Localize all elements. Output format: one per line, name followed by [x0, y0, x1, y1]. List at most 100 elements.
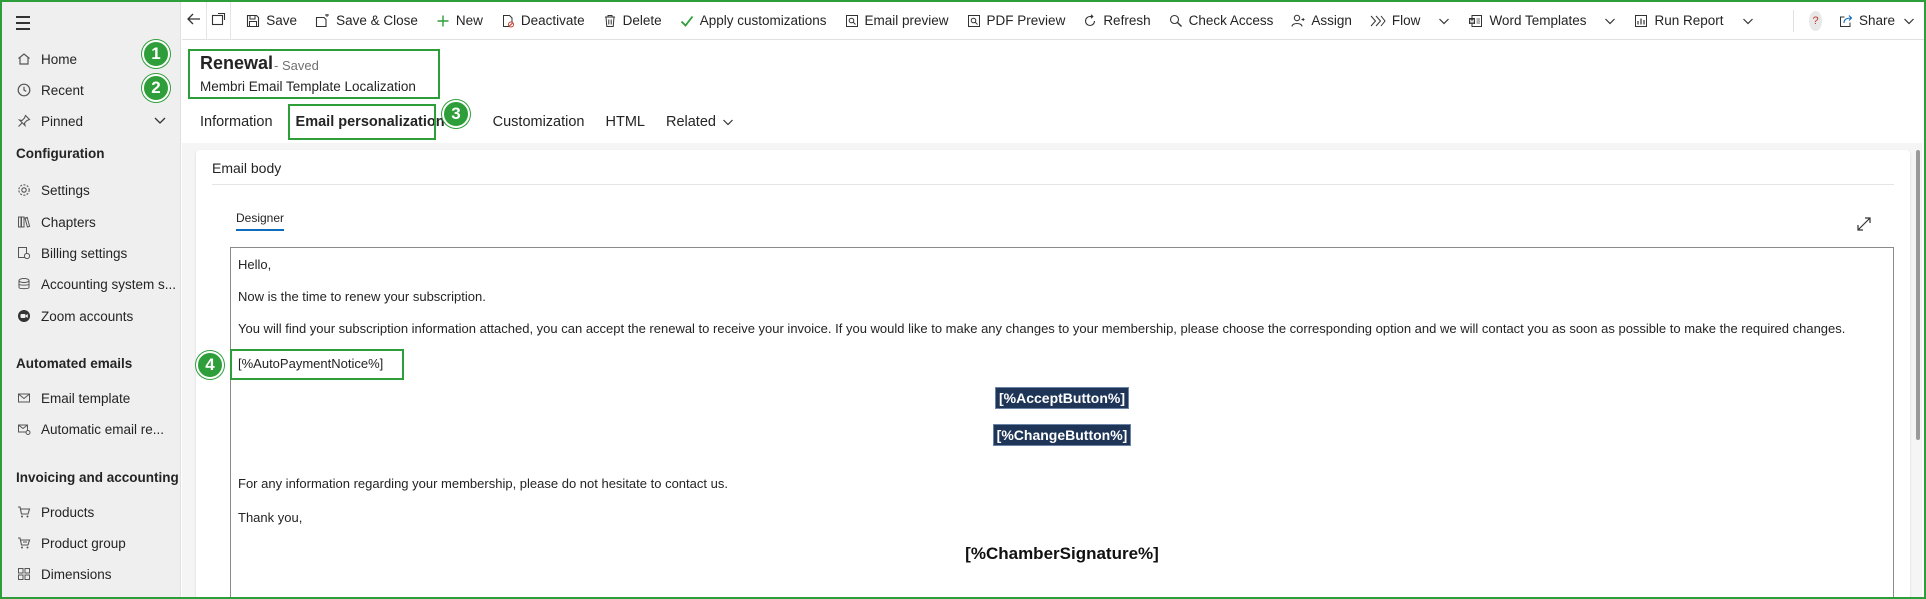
back-button[interactable]	[182, 1, 207, 40]
signature-row: [%ChamberSignature%]	[230, 544, 1894, 564]
tab-highlight-box	[288, 104, 436, 140]
sidebar-item-label: Product group	[41, 535, 126, 551]
hamburger-menu-icon[interactable]	[14, 14, 36, 32]
sidebar-item-products[interactable]: Products	[2, 498, 181, 526]
sidebar-item-pinned[interactable]: Pinned	[2, 107, 181, 135]
new-button[interactable]: New	[427, 2, 492, 40]
checkmark-icon	[680, 14, 694, 28]
chevron-down-icon	[1903, 16, 1915, 26]
save-and-close-button[interactable]: Save & Close	[306, 2, 427, 40]
email-preview-button[interactable]: Email preview	[836, 2, 958, 40]
tab-customization[interactable]: Customization	[493, 114, 585, 130]
sidebar-item-label: Recent	[41, 82, 84, 98]
email-greeting: Hello,	[238, 257, 272, 272]
chevron-down-icon	[1604, 16, 1616, 26]
sidebar-item-label: Accounting system s...	[41, 276, 177, 292]
help-button[interactable]: ?	[1809, 10, 1822, 31]
pdf-preview-button[interactable]: PDF Preview	[958, 2, 1075, 40]
sidebar-item-billing-settings[interactable]: Billing settings	[2, 239, 181, 267]
apply-customizations-button[interactable]: Apply customizations	[671, 2, 836, 40]
back-arrow-icon	[186, 12, 202, 29]
share-button[interactable]: Share	[1830, 2, 1924, 40]
sidebar-item-label: Automatic email re...	[41, 421, 165, 437]
accept-button-row: [%AcceptButton%]	[230, 387, 1894, 409]
open-in-new-window-button[interactable]	[207, 1, 232, 40]
sidebar-item-label: Pinned	[41, 113, 84, 129]
pin-icon	[16, 113, 32, 129]
callout-badge-1: 1	[142, 40, 170, 68]
email-thanks: Thank you,	[238, 510, 303, 525]
tab-html[interactable]: HTML	[606, 114, 645, 130]
chevron-down-icon[interactable]	[153, 113, 167, 130]
report-icon	[1634, 14, 1648, 28]
accept-button-placeholder: [%AcceptButton%]	[995, 387, 1129, 409]
chevron-down-icon	[722, 117, 734, 127]
home-icon	[16, 51, 32, 67]
deactivate-button[interactable]: Deactivate	[492, 2, 594, 40]
vertical-scrollbar[interactable]	[1914, 150, 1922, 440]
form-tabs: Information Email personalization Custom…	[200, 108, 755, 136]
sidebar-item-zoom-accounts[interactable]: Zoom accounts	[2, 302, 181, 330]
callout-badge-2: 2	[142, 74, 170, 102]
placeholder-highlight-box	[230, 349, 404, 380]
deactivate-icon	[501, 14, 515, 28]
sidebar-section-heading-automated-emails: Automated emails	[16, 356, 133, 371]
section-divider	[212, 184, 1894, 185]
callout-badge-4: 4	[196, 351, 224, 379]
check-access-button[interactable]: Check Access	[1160, 2, 1283, 40]
save-button[interactable]: Save	[237, 2, 306, 40]
trash-icon	[603, 14, 617, 28]
automatic-email-icon	[16, 421, 32, 437]
sidebar-item-email-template[interactable]: Email template	[2, 384, 181, 412]
sidebar-item-chapters[interactable]: Chapters	[2, 208, 181, 236]
command-bar: Save Save & Close New Deactivate Delete …	[182, 1, 1924, 40]
section-title: Email body	[212, 160, 282, 176]
preview-icon	[845, 14, 859, 28]
sidebar-item-product-group[interactable]: Product group	[2, 529, 181, 557]
sidebar-section-heading-invoicing: Invoicing and accounting	[16, 470, 179, 485]
sidebar-item-settings[interactable]: Settings	[2, 176, 181, 204]
save-icon	[246, 14, 260, 28]
accounting-icon	[16, 276, 32, 292]
refresh-icon	[1083, 13, 1097, 28]
books-icon	[16, 214, 32, 230]
chevron-down-icon	[1438, 16, 1450, 26]
toolbar-divider	[1792, 9, 1794, 32]
sidebar-item-label: Chapters	[41, 214, 96, 230]
run-report-button[interactable]: Run Report	[1625, 2, 1762, 40]
header-highlight-box	[188, 49, 440, 99]
save-close-icon	[315, 13, 330, 28]
email-info-line: For any information regarding your membe…	[238, 476, 728, 491]
callout-badge-3: 3	[442, 100, 470, 128]
sidebar-item-accounting-system[interactable]: Accounting system s...	[2, 270, 181, 298]
tab-related[interactable]: Related	[666, 114, 734, 130]
sidebar-item-dimensions[interactable]: Dimensions	[2, 560, 181, 588]
word-templates-button[interactable]: Word Templates	[1459, 2, 1625, 40]
delete-button[interactable]: Delete	[594, 2, 671, 40]
gear-icon	[16, 182, 32, 198]
cart-icon	[16, 504, 32, 520]
expand-icon[interactable]	[1856, 216, 1872, 235]
sidebar-item-label: Zoom accounts	[41, 308, 134, 324]
sidebar-section-heading-configuration: Configuration	[16, 146, 105, 161]
change-button-placeholder: [%ChangeButton%]	[992, 424, 1132, 446]
clock-icon	[16, 82, 32, 98]
refresh-button[interactable]: Refresh	[1074, 2, 1159, 40]
popout-icon	[211, 12, 226, 29]
tab-designer[interactable]: Designer	[236, 211, 285, 231]
assign-button[interactable]: Assign	[1282, 2, 1361, 40]
chevron-down-icon	[1742, 16, 1754, 26]
sidebar-item-label: Billing settings	[41, 245, 128, 261]
dimensions-icon	[16, 566, 32, 582]
sidebar-item-label: Settings	[41, 182, 90, 198]
scrollbar-thumb[interactable]	[1916, 150, 1920, 440]
billing-gear-icon	[16, 245, 32, 261]
zoom-icon	[16, 308, 32, 324]
tab-information[interactable]: Information	[200, 114, 273, 130]
pdf-preview-icon	[967, 14, 981, 28]
sidebar-item-automatic-email[interactable]: Automatic email re...	[2, 415, 181, 443]
sidebar-item-label: Dimensions	[41, 566, 112, 582]
sidebar-item-label: Products	[41, 504, 95, 520]
change-button-row: [%ChangeButton%]	[230, 424, 1894, 446]
flow-button[interactable]: Flow	[1361, 2, 1460, 40]
